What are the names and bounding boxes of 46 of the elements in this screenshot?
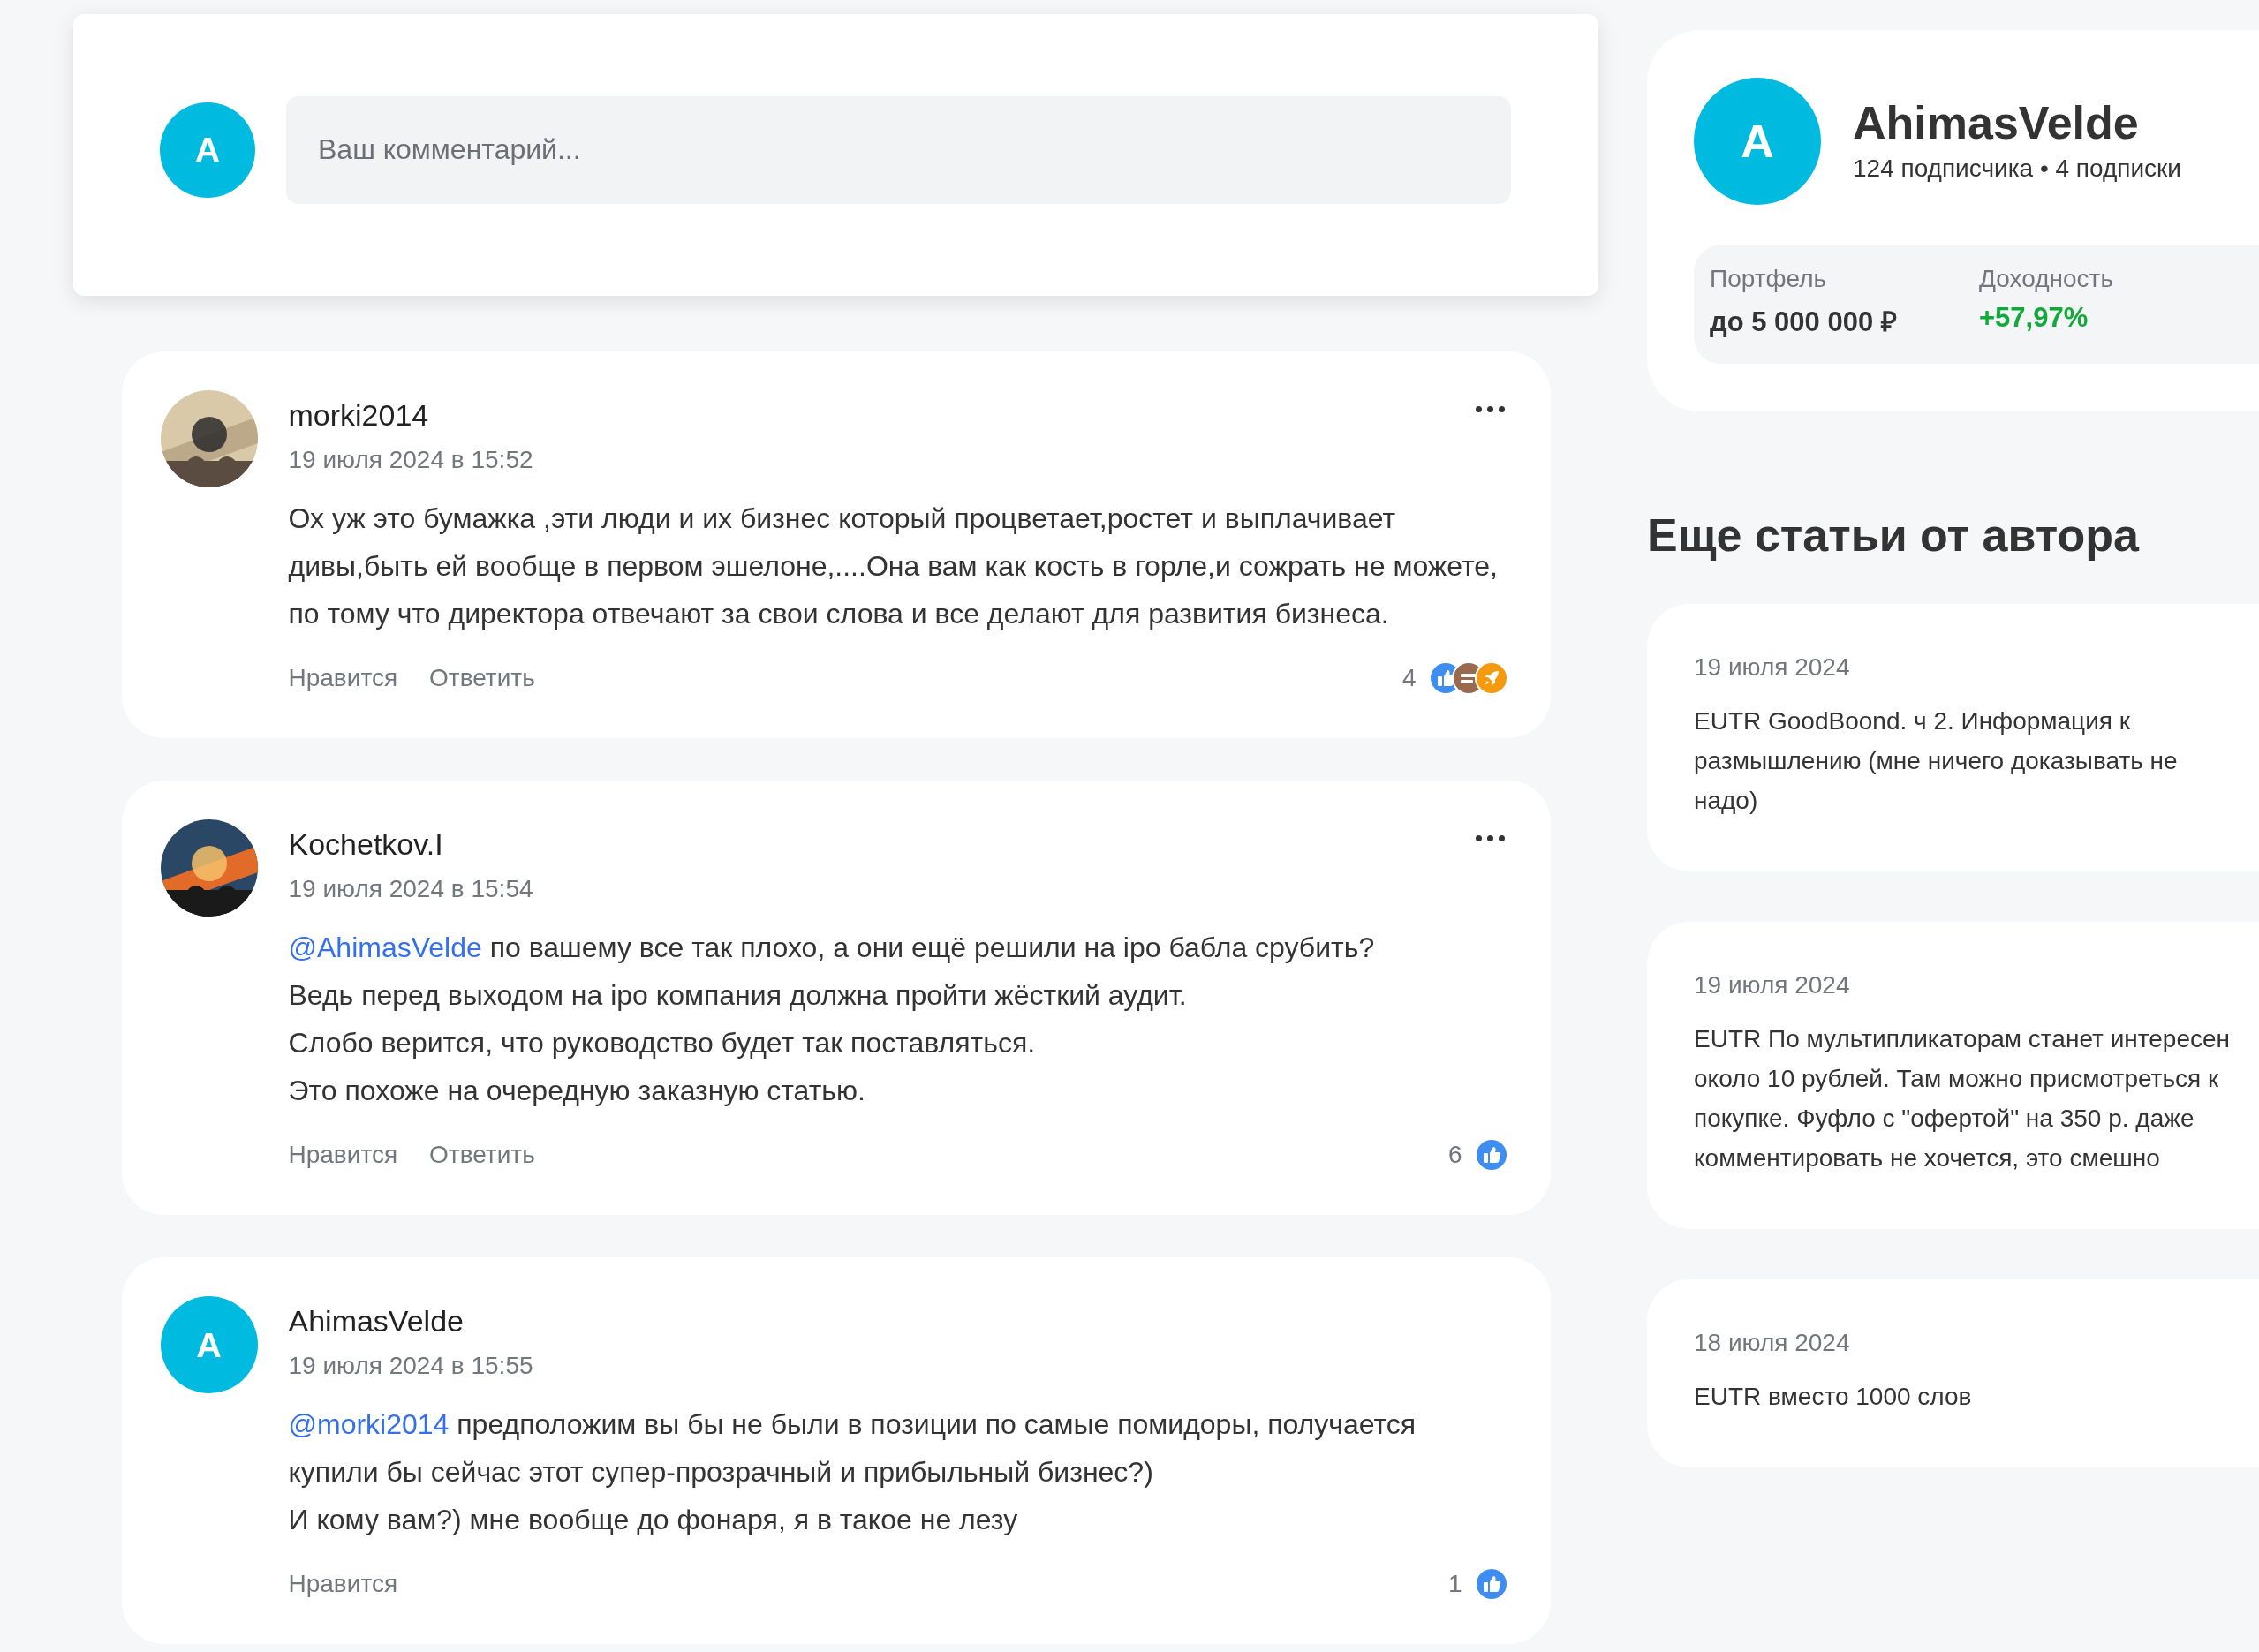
comment-text: Ох уж это бумажка ,эти люди и их бизнес который процветает,ростет и выплачивает дивы,быть ей вообще в первом эшелоне,....Она вам как кость в горле,и сожрать не можете, по тому что директора отвечают за свои слова и все делают для развития бизнеса. <box>288 502 1499 631</box>
article-title: EUTR GoodBoond. ч 2. Информация к размышлению (мне ничего доказывать не надо) <box>1694 706 2179 816</box>
comment-text: Слобо верится, что руководство будет так поставляться. <box>288 1026 1037 1060</box>
author-name[interactable]: AhimasVelde <box>288 1296 533 1346</box>
profile-name[interactable]: AhimasVelde <box>1853 94 2181 151</box>
stat-value: до 5 000 000 ₽ <box>1710 306 1898 339</box>
comment-text: Это похоже на очередную заказную статью. <box>288 1074 866 1108</box>
avatar: A <box>1694 78 1821 205</box>
reply-button[interactable]: Ответить <box>429 664 535 692</box>
comment-date: 19 июля 2024 в 15:52 <box>288 445 533 475</box>
comment-text: @morki2014 предположим вы бы не были в позиции по самые помидоры, получается купили бы сейчас этот супер-прозрачный и прибыльный бизнес?) <box>288 1407 1417 1490</box>
comment-text: @AhimasVelde по вашему все так плохо, а они ещё решили на ipo бабла срубить? <box>288 931 1376 965</box>
thumbs-up-icon[interactable] <box>1474 1138 1508 1172</box>
reactions-drawing[interactable] <box>1428 661 1508 695</box>
mention-link[interactable]: @morki2014 <box>288 1408 450 1440</box>
like-button[interactable]: Нравится <box>288 1141 398 1169</box>
article-card[interactable]: 19 июля 2024 EUTR По мультипликаторам станет интересен около 10 рублей. Там можно присмотреться к покупке. Фуфло с "офертой" на 350 р. даже комментировать не хочется, это смешно <box>1647 922 2259 1229</box>
article-card[interactable]: 18 июля 2024 EUTR вместо 1000 слов <box>1647 1279 2259 1467</box>
mention-link[interactable]: @AhimasVelde <box>288 932 482 963</box>
article-date: 19 июля 2024 <box>1694 653 1851 682</box>
article-card[interactable]: 19 июля 2024 EUTR GoodBoond. ч 2. Информация к размышлению (мне ничего доказывать не надо) <box>1647 604 2259 871</box>
avatar: A <box>160 102 255 198</box>
reaction-count: 6 <box>1447 1141 1462 1169</box>
comment-text: Ведь перед выходом на ipo компания должна пройти жёсткий аудит. <box>288 978 1188 1013</box>
stat-label: Доходность <box>1979 265 2114 293</box>
comment-date: 19 июля 2024 в 15:54 <box>288 874 533 904</box>
reaction-count: 4 <box>1401 664 1417 692</box>
subscriber-stats: 124 подписчика • 4 подписки <box>1853 155 2181 183</box>
stat-value: +57,97% <box>1979 302 2089 334</box>
like-button[interactable]: Нравится <box>288 1570 398 1598</box>
stat-label: Портфель <box>1710 265 1828 293</box>
author-name[interactable]: morki2014 <box>288 390 533 440</box>
reaction-count: 1 <box>1447 1570 1462 1598</box>
comment-text: И кому вам?) мне вообще до фонаря, я в такое не лезу <box>288 1503 1019 1537</box>
article-date: 18 июля 2024 <box>1694 1329 1851 1357</box>
article-date: 19 июля 2024 <box>1694 971 1851 999</box>
like-button[interactable]: Нравится <box>288 664 398 692</box>
avatar: A <box>160 1296 258 1393</box>
author-name[interactable]: Kochetkov.I <box>288 819 533 869</box>
comment-date: 19 июля 2024 в 15:55 <box>288 1351 533 1381</box>
article-title: EUTR вместо 1000 слов <box>1694 1382 1973 1412</box>
reply-button[interactable]: Ответить <box>429 1141 535 1169</box>
comment-input[interactable]: Ваш комментарий... <box>286 95 1511 204</box>
section-title: Еще статьи от автора <box>1647 509 2141 562</box>
article-title: EUTR По мультипликаторам станет интересен около 10 рублей. Там можно присмотреться к покупке. Фуфло с "офертой" на 350 р. даже комментировать не хочется, это смешно <box>1694 1024 2231 1173</box>
thumbs-up-icon[interactable] <box>1474 1567 1508 1601</box>
